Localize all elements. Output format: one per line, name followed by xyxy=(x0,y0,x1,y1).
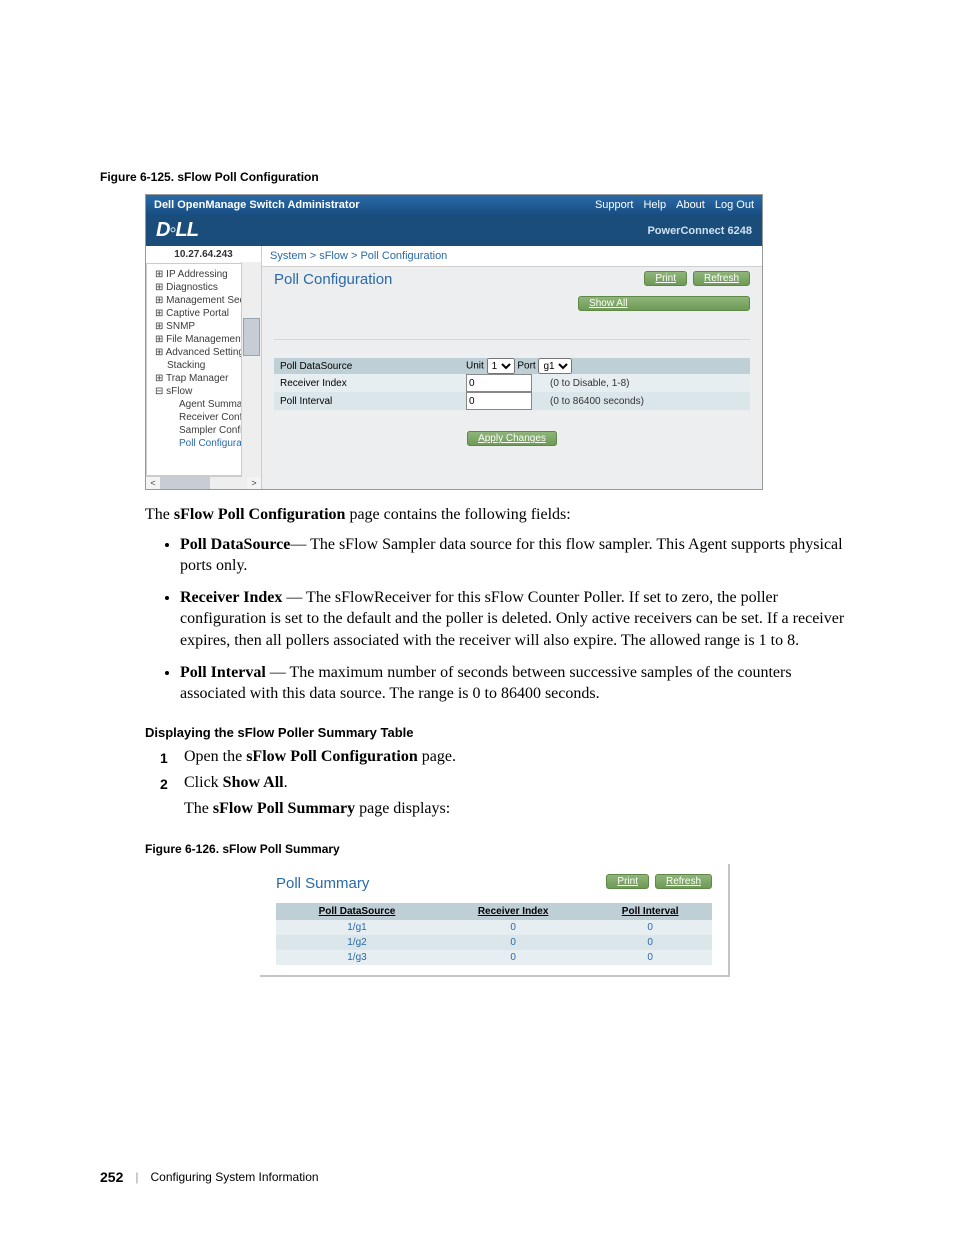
pi-input[interactable] xyxy=(466,392,532,410)
pi-hint: (0 to 86400 seconds) xyxy=(550,396,644,407)
brand-bar: D◦LL PowerConnect 6248 xyxy=(146,215,762,246)
rx-hint: (0 to Disable, 1-8) xyxy=(550,378,629,389)
chapter-title: Configuring System Information xyxy=(150,1170,318,1184)
table-row: 1/g300 xyxy=(276,950,712,965)
product-name: PowerConnect 6248 xyxy=(647,225,752,237)
page-number: 252 xyxy=(100,1169,123,1185)
help-link[interactable]: Help xyxy=(643,199,666,211)
section-heading: Displaying the sFlow Poller Summary Tabl… xyxy=(145,725,854,740)
step-result: The sFlow Poll Summary page displays: xyxy=(184,800,854,818)
port-label: Port xyxy=(517,361,535,372)
col-ds[interactable]: Poll DataSource xyxy=(276,903,438,920)
dell-logo: D◦LL xyxy=(156,219,198,242)
app-topbar: Dell OpenManage Switch Administrator Sup… xyxy=(146,195,762,215)
rx-input[interactable] xyxy=(466,374,532,392)
print-button[interactable]: Print xyxy=(644,271,687,286)
summary-table: Poll DataSource Receiver Index Poll Inte… xyxy=(276,903,712,965)
apply-button[interactable]: Apply Changes xyxy=(467,431,557,446)
refresh-button[interactable]: Refresh xyxy=(693,271,750,286)
nav-tree[interactable]: ⊞ IP Addressing ⊞ Diagnostics ⊞ Manageme… xyxy=(146,264,261,476)
breadcrumb: System > sFlow > Poll Configuration xyxy=(262,246,762,267)
scroll-right-icon[interactable]: > xyxy=(247,477,261,489)
scroll-left-icon[interactable]: < xyxy=(146,477,160,489)
show-all-button[interactable]: Show All xyxy=(578,296,750,311)
steps: Open the sFlow Poll Configuration page. … xyxy=(160,748,854,792)
support-link[interactable]: Support xyxy=(595,199,634,211)
field-list: Poll DataSource— The sFlow Sampler data … xyxy=(160,534,854,705)
page-footer: 252 | Configuring System Information xyxy=(100,1169,319,1185)
col-rx[interactable]: Receiver Index xyxy=(438,903,588,920)
page-title: Poll Configuration xyxy=(274,271,392,288)
vscrollbar[interactable] xyxy=(241,264,261,476)
unit-select[interactable]: 1 xyxy=(487,358,515,374)
unit-label: Unit xyxy=(466,361,484,372)
summary-title: Poll Summary xyxy=(276,875,369,892)
port-select[interactable]: g1 xyxy=(538,358,572,374)
figure-caption-125: Figure 6-125. sFlow Poll Configuration xyxy=(100,170,854,184)
table-row: 1/g200 xyxy=(276,935,712,950)
table-row: 1/g100 xyxy=(276,920,712,935)
col-pi[interactable]: Poll Interval xyxy=(588,903,712,920)
pi-label: Poll Interval xyxy=(274,394,466,409)
hscrollbar[interactable]: < > xyxy=(146,476,261,489)
rx-label: Receiver Index xyxy=(274,376,466,391)
figure-caption-126: Figure 6-126. sFlow Poll Summary xyxy=(145,842,854,856)
sidebar: 10.27.64.243 ⊞ IP Addressing ⊞ Diagnosti… xyxy=(146,246,262,489)
logout-link[interactable]: Log Out xyxy=(715,199,754,211)
screenshot-poll-summary: Poll Summary Print Refresh Poll DataSour… xyxy=(260,864,730,977)
app-title: Dell OpenManage Switch Administrator xyxy=(154,199,360,211)
screenshot-poll-config: Dell OpenManage Switch Administrator Sup… xyxy=(145,194,763,490)
refresh-button-2[interactable]: Refresh xyxy=(655,874,712,889)
about-link[interactable]: About xyxy=(676,199,705,211)
intro-text: The sFlow Poll Configuration page contai… xyxy=(145,504,854,526)
print-button-2[interactable]: Print xyxy=(606,874,649,889)
ds-label: Poll DataSource xyxy=(274,359,466,374)
